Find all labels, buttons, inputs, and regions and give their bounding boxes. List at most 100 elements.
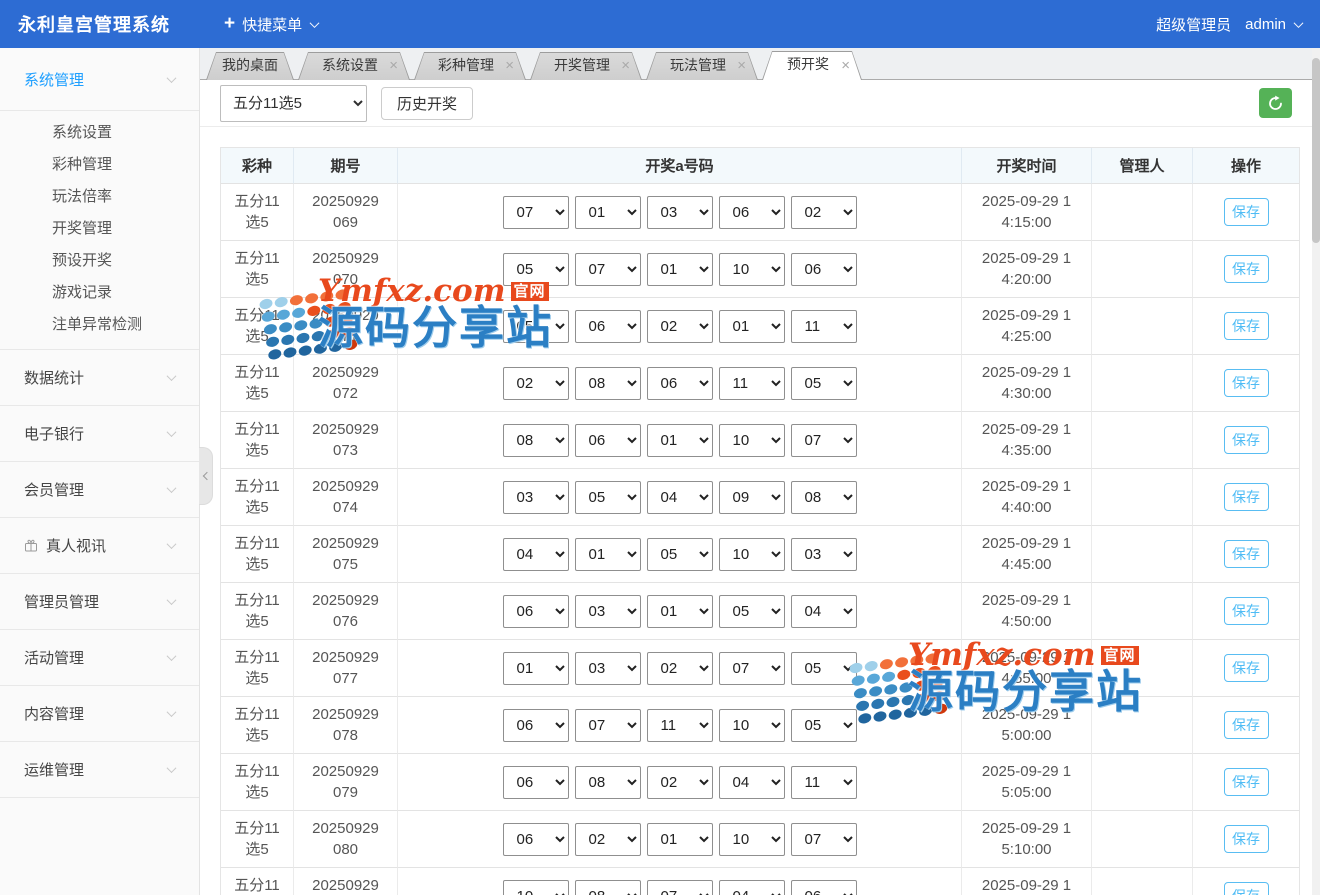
draw-number-select[interactable]: 01 [503, 652, 569, 685]
draw-number-select[interactable]: 06 [503, 766, 569, 799]
save-button[interactable]: 保存 [1224, 369, 1269, 397]
sidebar-subitem[interactable]: 预设开奖 [0, 245, 199, 277]
draw-number-select[interactable]: 01 [647, 424, 713, 457]
draw-number-select[interactable]: 06 [791, 253, 857, 286]
draw-number-select[interactable]: 10 [719, 253, 785, 286]
lottery-type-select[interactable]: 五分11选5 [220, 85, 367, 122]
user-menu[interactable]: admin [1245, 16, 1302, 33]
draw-number-select[interactable]: 01 [575, 196, 641, 229]
sidebar-section[interactable]: 数据统计 [0, 349, 199, 405]
draw-number-select[interactable]: 05 [503, 310, 569, 343]
draw-number-select[interactable]: 05 [719, 595, 785, 628]
save-button[interactable]: 保存 [1224, 540, 1269, 568]
save-button[interactable]: 保存 [1224, 483, 1269, 511]
draw-number-select[interactable]: 10 [503, 880, 569, 895]
draw-number-select[interactable]: 07 [791, 424, 857, 457]
draw-number-select[interactable]: 03 [503, 481, 569, 514]
draw-number-select[interactable]: 01 [647, 253, 713, 286]
tab[interactable]: 玩法管理× [646, 52, 758, 80]
draw-number-select[interactable]: 02 [575, 823, 641, 856]
close-icon[interactable]: × [841, 58, 850, 73]
tab[interactable]: 预开奖× [762, 51, 862, 80]
sidebar-section[interactable]: 真人视讯 [0, 517, 199, 573]
draw-number-select[interactable]: 01 [647, 595, 713, 628]
draw-number-select[interactable]: 01 [575, 538, 641, 571]
draw-number-select[interactable]: 07 [575, 709, 641, 742]
save-button[interactable]: 保存 [1224, 255, 1269, 283]
tab[interactable]: 开奖管理× [530, 52, 642, 80]
sidebar-section[interactable]: 活动管理 [0, 629, 199, 685]
draw-number-select[interactable]: 02 [647, 310, 713, 343]
draw-number-select[interactable]: 06 [503, 595, 569, 628]
draw-number-select[interactable]: 07 [503, 196, 569, 229]
save-button[interactable]: 保存 [1224, 711, 1269, 739]
sidebar-subitem[interactable]: 玩法倍率 [0, 181, 199, 213]
draw-number-select[interactable]: 02 [503, 367, 569, 400]
close-icon[interactable]: × [389, 58, 398, 73]
close-icon[interactable]: × [505, 58, 514, 73]
save-button[interactable]: 保存 [1224, 825, 1269, 853]
draw-number-select[interactable]: 02 [791, 196, 857, 229]
draw-number-select[interactable]: 03 [791, 538, 857, 571]
sidebar-collapse-handle[interactable] [199, 447, 213, 505]
save-button[interactable]: 保存 [1224, 768, 1269, 796]
draw-number-select[interactable]: 05 [791, 709, 857, 742]
draw-number-select[interactable]: 05 [791, 367, 857, 400]
draw-number-select[interactable]: 05 [575, 481, 641, 514]
draw-number-select[interactable]: 08 [791, 481, 857, 514]
draw-number-select[interactable]: 06 [503, 709, 569, 742]
draw-number-select[interactable]: 01 [647, 823, 713, 856]
draw-number-select[interactable]: 08 [503, 424, 569, 457]
draw-number-select[interactable]: 02 [647, 766, 713, 799]
draw-number-select[interactable]: 06 [575, 310, 641, 343]
sidebar-section[interactable]: 管理员管理 [0, 573, 199, 629]
sidebar-subitem[interactable]: 注单异常检测 [0, 309, 199, 341]
draw-number-select[interactable]: 05 [503, 253, 569, 286]
draw-number-select[interactable]: 05 [647, 538, 713, 571]
close-icon[interactable]: × [621, 58, 630, 73]
sidebar-section-active[interactable]: 系统管理 [0, 48, 199, 110]
draw-number-select[interactable]: 07 [719, 652, 785, 685]
save-button[interactable]: 保存 [1224, 654, 1269, 682]
sidebar-section[interactable]: 运维管理 [0, 741, 199, 797]
close-icon[interactable]: × [737, 58, 746, 73]
save-button[interactable]: 保存 [1224, 426, 1269, 454]
draw-number-select[interactable]: 07 [791, 823, 857, 856]
tab[interactable]: 系统设置× [298, 52, 410, 80]
save-button[interactable]: 保存 [1224, 882, 1269, 895]
draw-number-select[interactable]: 10 [719, 538, 785, 571]
draw-number-select[interactable]: 10 [719, 823, 785, 856]
draw-number-select[interactable]: 10 [719, 709, 785, 742]
draw-number-select[interactable]: 01 [719, 310, 785, 343]
draw-number-select[interactable]: 11 [647, 709, 713, 742]
sidebar-subitem[interactable]: 开奖管理 [0, 213, 199, 245]
save-button[interactable]: 保存 [1224, 312, 1269, 340]
draw-number-select[interactable]: 11 [791, 310, 857, 343]
draw-number-select[interactable]: 11 [719, 367, 785, 400]
draw-number-select[interactable]: 05 [791, 652, 857, 685]
draw-number-select[interactable]: 03 [575, 595, 641, 628]
draw-number-select[interactable]: 08 [575, 766, 641, 799]
scrollbar-thumb[interactable] [1312, 58, 1320, 243]
draw-number-select[interactable]: 07 [575, 253, 641, 286]
sidebar-section[interactable]: 会员管理 [0, 461, 199, 517]
sidebar-section[interactable]: 电子银行 [0, 405, 199, 461]
draw-number-select[interactable]: 04 [719, 880, 785, 895]
draw-number-select[interactable]: 10 [719, 424, 785, 457]
tab[interactable]: 我的桌面 [206, 52, 294, 80]
draw-number-select[interactable]: 09 [719, 481, 785, 514]
draw-number-select[interactable]: 07 [647, 880, 713, 895]
draw-number-select[interactable]: 08 [575, 880, 641, 895]
draw-number-select[interactable]: 08 [575, 367, 641, 400]
refresh-button[interactable] [1259, 88, 1292, 118]
draw-number-select[interactable]: 06 [791, 880, 857, 895]
tab[interactable]: 彩种管理× [414, 52, 526, 80]
save-button[interactable]: 保存 [1224, 198, 1269, 226]
draw-number-select[interactable]: 06 [575, 424, 641, 457]
draw-number-select[interactable]: 04 [503, 538, 569, 571]
draw-number-select[interactable]: 06 [719, 196, 785, 229]
draw-number-select[interactable]: 04 [719, 766, 785, 799]
sidebar-subitem[interactable]: 系统设置 [0, 117, 199, 149]
draw-number-select[interactable]: 04 [647, 481, 713, 514]
draw-number-select[interactable]: 11 [791, 766, 857, 799]
